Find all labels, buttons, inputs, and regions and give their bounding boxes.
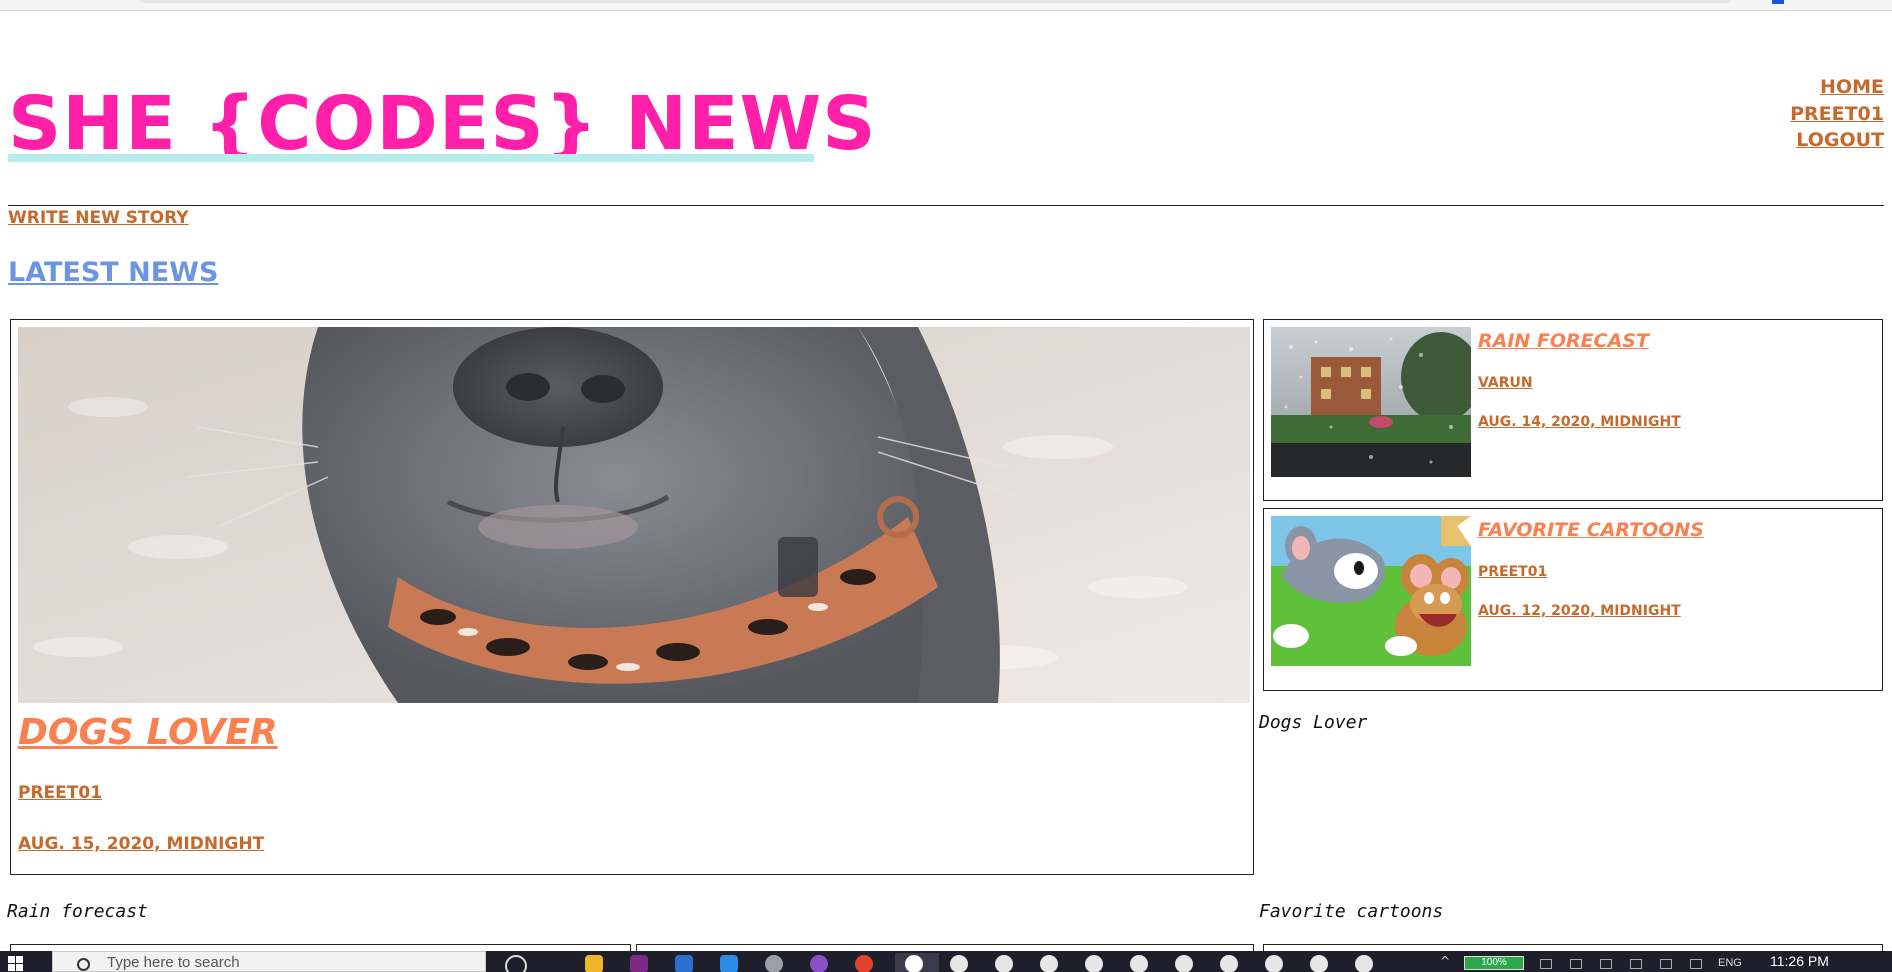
- keyboard-icon[interactable]: [1660, 959, 1672, 969]
- caption-favorite-cartoons: Favorite cartoons: [1259, 901, 1444, 922]
- extension-icon[interactable]: [1772, 0, 1784, 4]
- featured-story-card: DOGS LOVER PREET01 AUG. 15, 2020, MIDNIG…: [10, 319, 1254, 875]
- story-author-rain-forecast[interactable]: VARUN: [1478, 374, 1533, 392]
- story-title-favorite-cartoons[interactable]: FAVORITE CARTOONS: [1478, 518, 1704, 542]
- app-purple-icon[interactable]: [810, 955, 828, 972]
- story-date-rain-forecast[interactable]: AUG. 14, 2020, MIDNIGHT: [1478, 413, 1681, 431]
- os-taskbar: Type here to search ^ 100% ENG 11:26 PM: [0, 951, 1892, 972]
- browser-toolbar: [0, 0, 1892, 11]
- chrome-window-icon[interactable]: [950, 955, 968, 972]
- volume-icon[interactable]: [1570, 959, 1582, 969]
- caption-dogs-lover: Dogs Lover: [1259, 712, 1368, 733]
- vscode-icon[interactable]: [720, 955, 738, 972]
- story-date-favorite-cartoons[interactable]: AUG. 12, 2020, MIDNIGHT: [1478, 602, 1681, 620]
- nav-user-link[interactable]: PREET01: [1790, 101, 1884, 128]
- story-title-rain-forecast[interactable]: RAIN FORECAST: [1478, 329, 1649, 353]
- latest-news-heading[interactable]: LATEST NEWS: [8, 256, 218, 290]
- dog-photo[interactable]: [18, 327, 1250, 703]
- language-indicator[interactable]: ENG: [1718, 957, 1742, 969]
- nav-home-link[interactable]: HOME: [1790, 74, 1884, 101]
- taskbar-search-placeholder: Type here to search: [107, 954, 240, 971]
- chrome-window-icon[interactable]: [905, 955, 923, 972]
- write-new-story-link[interactable]: WRITE NEW STORY: [8, 207, 189, 229]
- address-bar[interactable]: [140, 0, 1730, 3]
- title-highlight-bar: [8, 154, 814, 162]
- chrome-window-icon[interactable]: [1175, 955, 1193, 972]
- chrome-icon[interactable]: [855, 955, 873, 972]
- chrome-window-icon[interactable]: [1355, 955, 1373, 972]
- featured-story-date[interactable]: AUG. 15, 2020, MIDNIGHT: [18, 833, 264, 855]
- display-icon[interactable]: [1630, 959, 1642, 969]
- taskbar-search-box[interactable]: Type here to search: [52, 951, 486, 972]
- search-icon: [77, 958, 90, 971]
- slack-icon[interactable]: [630, 955, 648, 972]
- wifi-icon[interactable]: [1690, 959, 1702, 969]
- chrome-window-icon[interactable]: [1085, 955, 1103, 972]
- network-icon[interactable]: [1540, 959, 1552, 969]
- header-divider: [8, 205, 1884, 206]
- taskbar-pinned-apps: [500, 953, 1420, 972]
- windows-start-icon[interactable]: [8, 956, 24, 972]
- chrome-window-icon[interactable]: [1310, 955, 1328, 972]
- story-card-rain-forecast: RAIN FORECAST VARUN AUG. 14, 2020, MIDNI…: [1263, 319, 1883, 501]
- file-explorer-icon[interactable]: [585, 955, 603, 972]
- settings-gear-icon[interactable]: [765, 955, 783, 972]
- chrome-window-icon[interactable]: [1040, 955, 1058, 972]
- battery-indicator[interactable]: 100%: [1464, 956, 1524, 970]
- tom-and-jerry-image[interactable]: [1271, 516, 1471, 666]
- top-nav: HOME PREET01 LOGOUT: [1790, 74, 1884, 154]
- system-tray: ^ 100% ENG 11:26 PM: [1440, 951, 1892, 972]
- taskbar-clock[interactable]: 11:26 PM: [1770, 953, 1829, 969]
- remote-desktop-icon[interactable]: [675, 955, 693, 972]
- chevron-up-icon[interactable]: ^: [1440, 954, 1450, 968]
- caption-rain-forecast: Rain forecast: [7, 901, 148, 922]
- onedrive-icon[interactable]: [1600, 959, 1612, 969]
- story-author-favorite-cartoons[interactable]: PREET01: [1478, 563, 1547, 581]
- chrome-window-icon[interactable]: [1130, 955, 1148, 972]
- featured-story-title[interactable]: DOGS LOVER: [18, 710, 278, 756]
- chrome-window-icon[interactable]: [1265, 955, 1283, 972]
- chrome-window-icon[interactable]: [995, 955, 1013, 972]
- chrome-window-icon[interactable]: [1220, 955, 1238, 972]
- story-card-favorite-cartoons: FAVORITE CARTOONS PREET01 AUG. 12, 2020,…: [1263, 508, 1883, 691]
- cortana-icon[interactable]: [505, 955, 527, 972]
- featured-story-author[interactable]: PREET01: [18, 782, 102, 804]
- nav-logout-link[interactable]: LOGOUT: [1790, 127, 1884, 154]
- rain-window-photo[interactable]: [1271, 327, 1471, 477]
